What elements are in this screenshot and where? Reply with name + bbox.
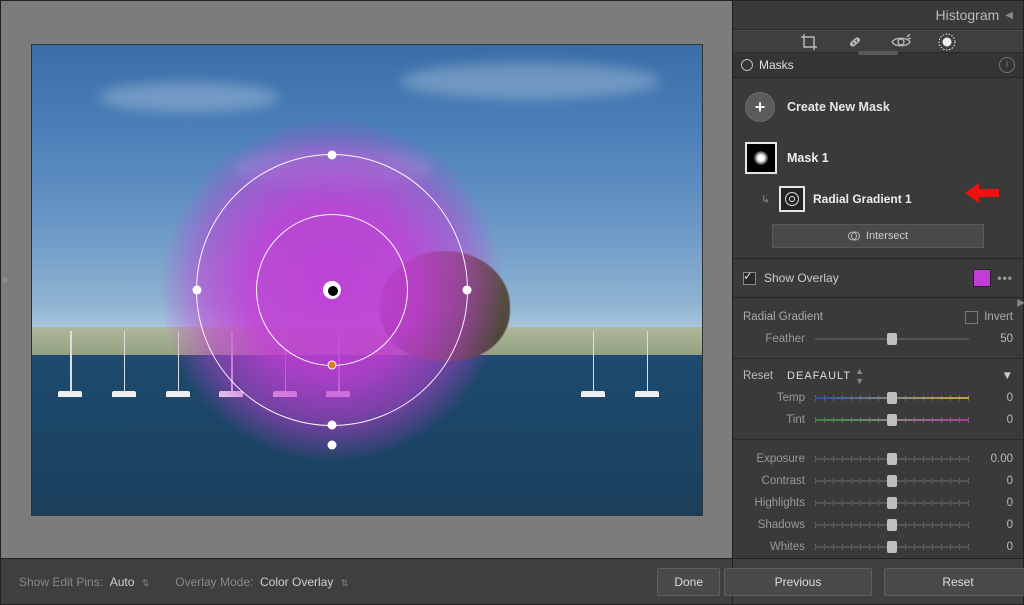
tint-slider[interactable] (815, 413, 969, 427)
reset-button[interactable]: Reset (884, 568, 1024, 596)
radial-section-title: Radial Gradient (743, 311, 823, 323)
right-panel: Histogram ◀ Masks i + Create New (732, 1, 1023, 558)
feather-value[interactable]: 50 (977, 333, 1013, 345)
feather-label: Feather (743, 333, 805, 345)
slider-value[interactable]: 0 (977, 541, 1013, 553)
redeye-tool-icon[interactable] (891, 32, 911, 52)
updown-icon: ⇅ (142, 578, 150, 588)
slider-value[interactable]: 0 (977, 392, 1013, 404)
slider-value[interactable]: 0 (977, 519, 1013, 531)
photo-preview[interactable] (31, 44, 703, 516)
handle-left[interactable] (192, 285, 201, 294)
intersect-label: Intersect (866, 230, 908, 242)
slider-label: Highlights (743, 497, 805, 509)
updown-icon: ▲▼ (855, 366, 864, 386)
whites-slider[interactable] (815, 540, 969, 554)
done-button[interactable]: Done (657, 568, 720, 596)
overlay-mode-menu[interactable]: Overlay Mode: Color Overlay ⇅ (175, 575, 348, 589)
preset-menu[interactable]: DEAFAULT ▲▼ (787, 366, 864, 386)
overlay-more-icon[interactable]: ••• (997, 271, 1013, 285)
slider-label: Temp (743, 392, 805, 404)
updown-icon: ⇅ (341, 578, 349, 588)
crop-tool-icon[interactable] (799, 32, 819, 52)
footer: Show Edit Pins: Auto ⇅ Overlay Mode: Col… (1, 558, 1023, 604)
slider-value[interactable]: 0.00 (977, 453, 1013, 465)
create-mask-label: Create New Mask (787, 100, 890, 114)
slider-value[interactable]: 0 (977, 475, 1013, 487)
exposure-slider[interactable] (815, 452, 969, 466)
temp-slider[interactable] (815, 391, 969, 405)
subitem-label: Radial Gradient 1 (813, 192, 912, 206)
mask-subitem-radial[interactable]: ↳ Radial Gradient 1 (743, 180, 1013, 218)
create-new-mask-button[interactable]: + Create New Mask (743, 88, 1013, 136)
radial-thumb-icon (779, 186, 805, 212)
collapse-icon[interactable]: ◀ (1005, 10, 1013, 21)
slider-value[interactable]: 0 (977, 414, 1013, 426)
info-icon[interactable]: i (999, 57, 1015, 73)
feather-slider[interactable] (815, 332, 969, 346)
histogram-title: Histogram (936, 7, 1000, 23)
plus-icon: + (745, 92, 775, 122)
mask-icon (741, 59, 753, 71)
shadows-slider[interactable] (815, 518, 969, 532)
slider-label: Shadows (743, 519, 805, 531)
contrast-slider[interactable] (815, 474, 969, 488)
panel-expand-left-icon[interactable]: ▶ (3, 274, 11, 285)
slider-label: Exposure (743, 453, 805, 465)
slider-label: Contrast (743, 475, 805, 487)
masks-panel-header[interactable]: Masks i (733, 53, 1023, 78)
disclose-icon[interactable]: ▼ (1002, 370, 1013, 382)
intersect-button[interactable]: Intersect (772, 224, 984, 248)
highlights-slider[interactable] (815, 496, 969, 510)
histogram-header[interactable]: Histogram ◀ (733, 1, 1023, 30)
previous-button[interactable]: Previous (724, 568, 872, 596)
heal-tool-icon[interactable] (845, 32, 865, 52)
slider-value[interactable]: 0 (977, 497, 1013, 509)
tool-strip (733, 30, 1023, 53)
masking-tool-icon[interactable] (937, 32, 957, 52)
canvas-area[interactable]: ▶ (1, 1, 732, 558)
show-overlay-checkbox[interactable] (743, 272, 756, 285)
center-pin[interactable] (323, 281, 341, 299)
mask-thumb (745, 142, 777, 174)
show-overlay-row: Show Overlay ••• (733, 259, 1023, 298)
reset-link[interactable]: Reset (743, 370, 773, 382)
overlay-color-swatch[interactable] (973, 269, 991, 287)
slider-label: Whites (743, 541, 805, 553)
mask-label: Mask 1 (787, 151, 829, 165)
mask-item-1[interactable]: Mask 1 (743, 136, 1013, 180)
intersect-icon (848, 230, 860, 242)
show-overlay-label: Show Overlay (764, 271, 839, 285)
subitem-arrow-icon: ↳ (761, 193, 771, 206)
slider-label: Tint (743, 414, 805, 426)
invert-label: Invert (984, 311, 1013, 323)
masks-title: Masks (759, 58, 794, 72)
invert-checkbox[interactable] (965, 311, 978, 324)
show-edit-pins-menu[interactable]: Show Edit Pins: Auto ⇅ (19, 575, 149, 589)
panel-expand-right-icon[interactable]: ▶ (1017, 297, 1023, 308)
